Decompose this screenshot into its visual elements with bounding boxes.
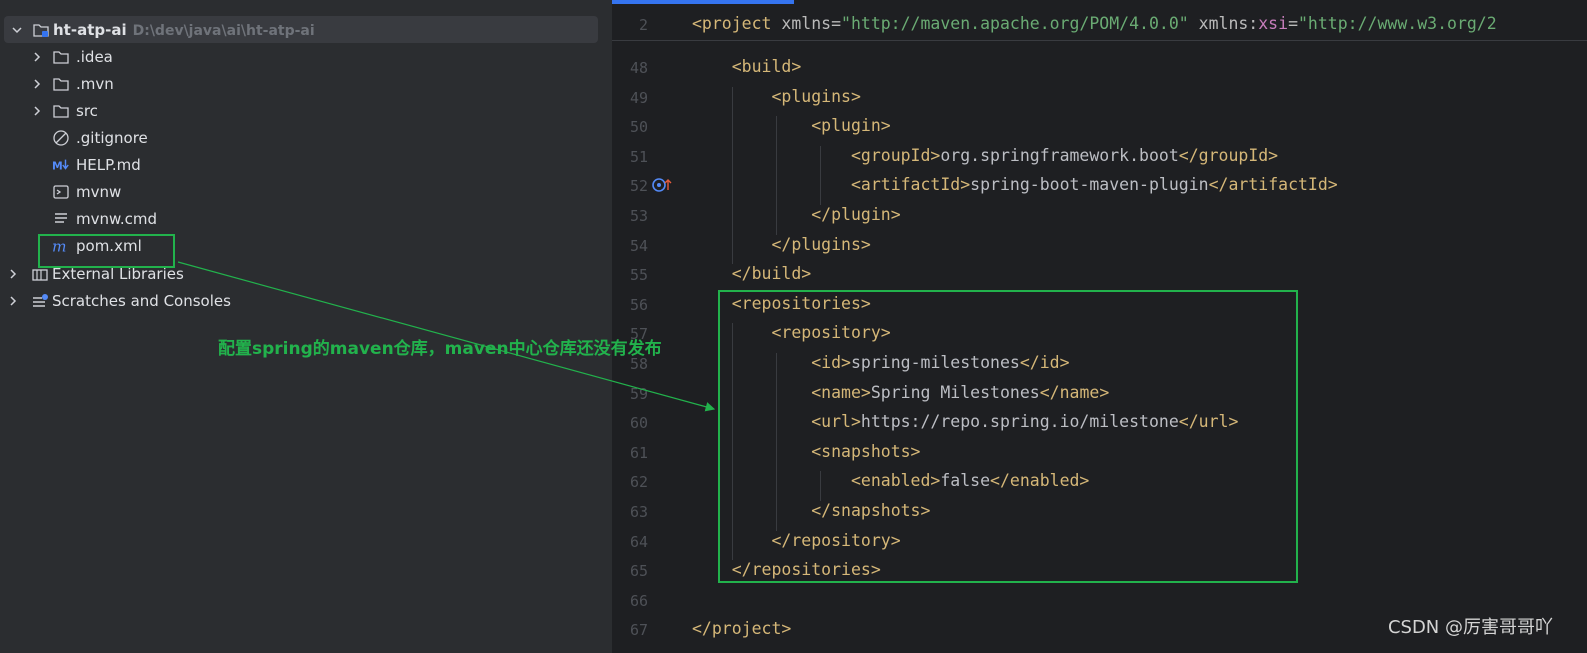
annotation-arrow (177, 261, 716, 412)
csdn-watermark: CSDN @厉害哥哥吖 (1387, 617, 1553, 638)
annotation-text: 配置spring的maven仓库，maven中心仓库还没有发布 (218, 339, 662, 359)
